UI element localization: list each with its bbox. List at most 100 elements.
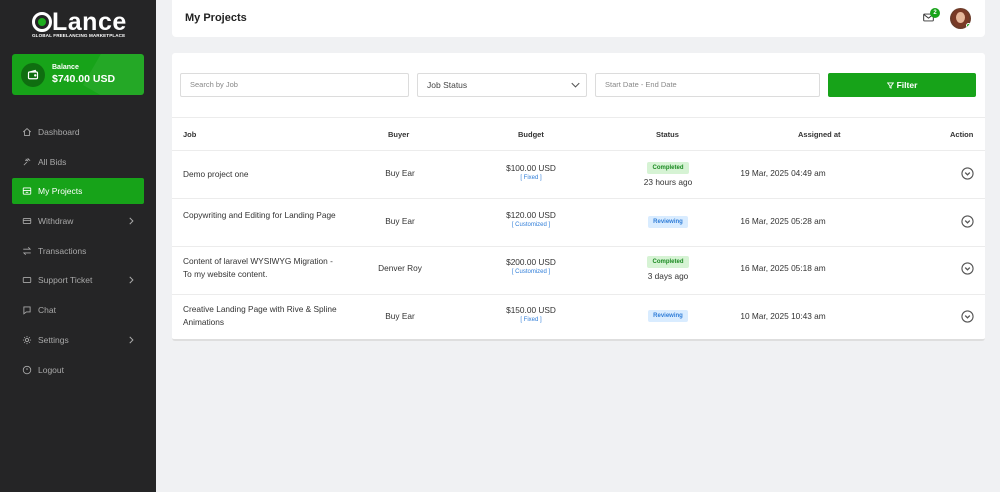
sidebar-nav: Dashboard All Bids My Projects Withdraw … <box>12 119 144 386</box>
status: Completed 3 days ago <box>618 255 718 281</box>
action-dropdown-button[interactable] <box>961 167 974 180</box>
balance-card: Balance $740.00 USD <box>12 54 144 95</box>
transfer-icon <box>21 245 32 256</box>
sidebar-item-chat[interactable]: Chat <box>12 297 144 323</box>
chevron-circle-down-icon <box>961 262 974 275</box>
sidebar-item-label: Chat <box>38 305 56 316</box>
job-title: Content of laravel WYSIWYG Migration - T… <box>183 256 333 279</box>
chevron-right-icon <box>129 217 134 225</box>
brand-logo[interactable]: Lance GLOBAL FREELANCING MARKETPLACE <box>32 8 128 41</box>
sidebar-item-label: Transactions <box>38 245 87 256</box>
balance-label: Balance <box>52 64 79 71</box>
sidebar-item-label: Dashboard <box>38 127 80 137</box>
action-dropdown-button[interactable] <box>961 262 974 275</box>
action-dropdown-button[interactable] <box>961 215 974 228</box>
sidebar-item-withdraw[interactable]: Withdraw <box>12 208 144 234</box>
ticket-icon <box>21 275 32 286</box>
search-input[interactable]: Search by Job <box>180 73 409 97</box>
status: Reviewing <box>618 215 718 228</box>
assigned-at: 16 Mar, 2025 05:28 am <box>740 216 826 226</box>
home-icon <box>21 127 32 138</box>
assigned-at: 10 Mar, 2025 10:43 am <box>740 311 826 321</box>
page-title: My Projects <box>185 12 247 24</box>
chat-icon <box>21 305 32 316</box>
budget-type: [ Customized ] <box>511 269 551 275</box>
buyer-name: Denver Roy <box>378 263 422 273</box>
projects-card: Search by Job Job Status Start Date - En… <box>172 53 985 341</box>
buyer-name: Buy Ear <box>385 311 415 321</box>
budget-type: [ Fixed ] <box>520 175 542 181</box>
job-title: Demo project one <box>183 169 249 179</box>
chevron-down-icon <box>571 82 580 88</box>
sidebar-item-settings[interactable]: Settings <box>12 327 144 353</box>
sidebar-item-logout[interactable]: Logout <box>12 357 144 383</box>
sidebar-item-dashboard[interactable]: Dashboard <box>12 119 144 145</box>
col-job: Job <box>183 130 197 139</box>
status-time-ago: 23 hours ago <box>643 177 693 187</box>
budget: $150.00 USD [ Fixed ] <box>476 305 586 323</box>
brand-tagline: GLOBAL FREELANCING MARKETPLACE <box>32 33 126 38</box>
wallet-icon <box>21 63 45 87</box>
col-assigned: Assigned at <box>798 130 841 139</box>
status: Reviewing <box>618 309 718 322</box>
filter-button-label: Filter <box>896 80 918 90</box>
budget: $120.00 USD [ Customized ] <box>476 210 586 228</box>
filter-button[interactable]: Filter <box>828 73 976 97</box>
brand-name: Lance <box>52 8 127 36</box>
sidebar-item-transactions[interactable]: Transactions <box>12 238 144 264</box>
sidebar-item-label: Withdraw <box>38 216 74 227</box>
logo-mark-icon <box>32 12 52 32</box>
chevron-right-icon <box>129 276 134 284</box>
budget-type: [ Customized ] <box>511 222 551 228</box>
filter-bar: Search by Job Job Status Start Date - En… <box>180 73 977 97</box>
chevron-circle-down-icon <box>961 310 974 323</box>
assigned-at: 16 Mar, 2025 05:18 am <box>740 263 826 273</box>
job-status-label: Job Status <box>427 80 468 90</box>
withdraw-icon <box>21 216 32 227</box>
chevron-circle-down-icon <box>961 167 974 180</box>
budget-amount: $150.00 USD <box>506 305 556 315</box>
status: Completed 23 hours ago <box>618 161 718 187</box>
projects-icon <box>21 186 32 197</box>
action-dropdown-button[interactable] <box>961 310 974 323</box>
assigned-at: 19 Mar, 2025 04:49 am <box>740 168 826 178</box>
budget-amount: $120.00 USD <box>506 210 556 220</box>
col-status: Status <box>656 130 679 139</box>
col-action: Action <box>950 130 974 139</box>
balance-value: $740.00 USD <box>52 73 116 85</box>
buyer-name: Buy Ear <box>385 216 415 226</box>
table-row: Demo project one Buy Ear $100.00 USD [ F… <box>172 151 985 199</box>
job-status-select[interactable]: Job Status <box>417 73 587 97</box>
status-badge: Completed <box>647 162 689 174</box>
sidebar-item-all-bids[interactable]: All Bids <box>12 149 144 175</box>
date-range-input[interactable]: Start Date - End Date <box>595 73 820 97</box>
job-title: Copywriting and Editing for Landing Page <box>183 210 336 220</box>
avatar[interactable] <box>950 8 971 29</box>
table-header: Job Buyer Budget Status Assigned at Acti… <box>172 117 985 151</box>
top-header: My Projects 2 <box>172 0 985 37</box>
gavel-icon <box>21 156 32 167</box>
col-budget: Budget <box>518 130 544 139</box>
sidebar-item-label: Settings <box>38 334 69 345</box>
col-buyer: Buyer <box>388 130 410 139</box>
budget-amount: $200.00 USD <box>506 257 556 267</box>
sidebar-item-label: Logout <box>38 364 64 375</box>
sidebar-item-support-ticket[interactable]: Support Ticket <box>12 267 144 293</box>
gear-icon <box>21 334 32 345</box>
sidebar-item-label: All Bids <box>38 156 67 167</box>
notification-badge: 2 <box>930 8 940 18</box>
budget: $100.00 USD [ Fixed ] <box>476 163 586 181</box>
status-badge: Completed <box>647 256 689 268</box>
filter-icon <box>886 81 894 89</box>
sidebar-item-my-projects[interactable]: My Projects <box>12 178 144 205</box>
chevron-circle-down-icon <box>961 215 974 228</box>
budget: $200.00 USD [ Customized ] <box>476 257 586 275</box>
status-badge: Reviewing <box>648 310 688 322</box>
logout-icon <box>21 364 32 375</box>
budget-amount: $100.00 USD <box>506 163 556 173</box>
table-row: Creative Landing Page with Rive & Spline… <box>172 294 985 342</box>
sidebar-item-label: My Projects <box>38 186 83 197</box>
chevron-right-icon <box>129 336 134 344</box>
status-badge: Reviewing <box>648 216 688 228</box>
table-row: Content of laravel WYSIWYG Migration - T… <box>172 247 985 295</box>
